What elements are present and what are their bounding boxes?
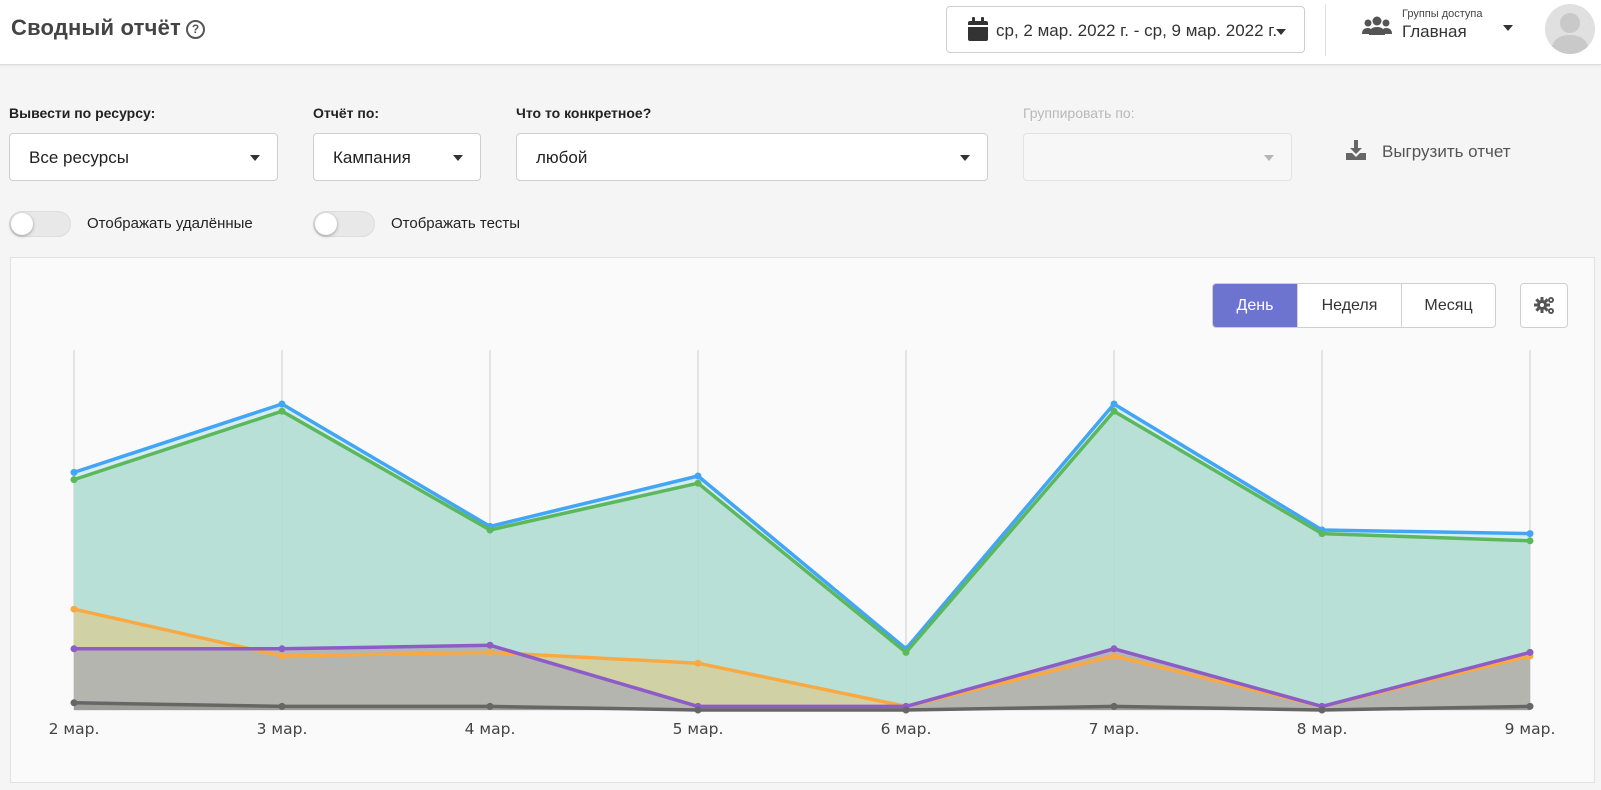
gears-icon: [1534, 297, 1554, 314]
data-point: [278, 652, 286, 660]
data-point: [70, 605, 78, 613]
data-point: [1110, 645, 1118, 653]
data-point: [1318, 706, 1326, 714]
show-tests-label: Отображать тесты: [391, 215, 521, 232]
toggle-knob: [315, 213, 337, 235]
chevron-down-icon: [453, 155, 463, 161]
x-tick-label: 9 мар.: [1505, 720, 1556, 738]
report-by-value: Кампания: [333, 148, 411, 167]
report-by-label: Отчёт по:: [313, 105, 380, 121]
x-tick-label: 3 мар.: [257, 720, 308, 738]
show-tests-toggle[interactable]: [313, 211, 375, 237]
group-by-label: Группировать по:: [1023, 105, 1135, 121]
x-tick-label: 6 мар.: [881, 720, 932, 738]
period-week-button[interactable]: Неделя: [1298, 284, 1401, 327]
group-by-select[interactable]: [1023, 133, 1292, 181]
x-tick-label: 2 мар.: [49, 720, 100, 738]
header-divider: [1325, 4, 1326, 56]
chevron-down-icon: [1503, 25, 1513, 31]
data-point: [1526, 702, 1534, 710]
show-deleted-label: Отображать удалённые: [87, 215, 253, 232]
period-month-button[interactable]: Месяц: [1402, 284, 1495, 327]
x-tick-label: 7 мар.: [1089, 720, 1140, 738]
report-by-select[interactable]: Кампания: [313, 133, 481, 181]
x-tick-label: 4 мар.: [465, 720, 516, 738]
resource-value: Все ресурсы: [29, 148, 129, 167]
data-point: [70, 699, 78, 707]
calendar-icon: [968, 17, 988, 41]
date-range-text: ср, 2 мар. 2022 г. - ср, 9 мар. 2022 г.: [996, 21, 1278, 40]
data-point: [1110, 400, 1118, 408]
chevron-down-icon: [1264, 155, 1274, 161]
specific-select[interactable]: любой: [516, 133, 988, 181]
specific-label: Что то конкретное?: [516, 105, 652, 121]
data-point: [1526, 537, 1534, 545]
resource-select[interactable]: Все ресурсы: [9, 133, 278, 181]
export-report-button[interactable]: Выгрузить отчет: [1346, 137, 1536, 167]
access-group-value: Главная: [1402, 22, 1467, 41]
data-point: [278, 702, 286, 710]
chevron-down-icon: [960, 155, 970, 161]
data-point: [278, 645, 286, 653]
data-point: [694, 659, 702, 667]
top-header: Сводный отчёт ? ср, 2 мар. 2022 г. - ср,…: [0, 0, 1601, 65]
show-deleted-toggle[interactable]: [9, 211, 71, 237]
date-range-picker[interactable]: ср, 2 мар. 2022 г. - ср, 9 мар. 2022 г.: [946, 6, 1305, 53]
chevron-down-icon: [1276, 29, 1286, 35]
x-tick-label: 5 мар.: [673, 720, 724, 738]
users-icon: [1362, 16, 1392, 35]
specific-value: любой: [536, 148, 588, 167]
page-title: Сводный отчёт: [11, 15, 181, 40]
data-point: [902, 706, 910, 714]
data-point: [1110, 702, 1118, 710]
download-icon: [1346, 140, 1366, 160]
resource-label: Вывести по ресурсу:: [9, 105, 156, 121]
data-point: [694, 472, 702, 480]
user-avatar-icon: [1551, 13, 1589, 54]
data-point: [486, 641, 494, 649]
chart-settings-button[interactable]: [1520, 283, 1568, 328]
period-switcher: День Неделя Месяц: [1212, 283, 1496, 328]
data-point: [486, 526, 494, 534]
data-point: [278, 407, 286, 415]
data-point: [486, 702, 494, 710]
toggle-knob: [11, 213, 33, 235]
period-day-button[interactable]: День: [1213, 284, 1297, 327]
question-circle-icon[interactable]: ?: [186, 20, 205, 39]
avatar[interactable]: [1545, 4, 1595, 54]
line-area-chart: 2 мар. 3 мар. 4 мар. 5 мар. 6 мар. 7 мар. 8 ма…: [49, 350, 1556, 738]
data-point: [278, 400, 286, 408]
export-label: Выгрузить отчет: [1382, 142, 1511, 161]
data-point: [694, 706, 702, 714]
data-point: [1526, 530, 1534, 538]
data-point: [70, 645, 78, 653]
data-point: [1110, 652, 1118, 660]
data-point: [486, 648, 494, 656]
access-groups-dropdown[interactable]: Группы доступа Главная: [1362, 8, 1522, 52]
data-point: [70, 476, 78, 484]
data-point: [1526, 648, 1534, 656]
data-point: [694, 479, 702, 487]
data-point: [902, 648, 910, 656]
data-point: [1110, 407, 1118, 415]
access-groups-label: Группы доступа: [1402, 8, 1483, 20]
data-point: [70, 468, 78, 476]
chevron-down-icon: [250, 155, 260, 161]
data-point: [1318, 530, 1326, 538]
x-tick-label: 8 мар.: [1297, 720, 1348, 738]
